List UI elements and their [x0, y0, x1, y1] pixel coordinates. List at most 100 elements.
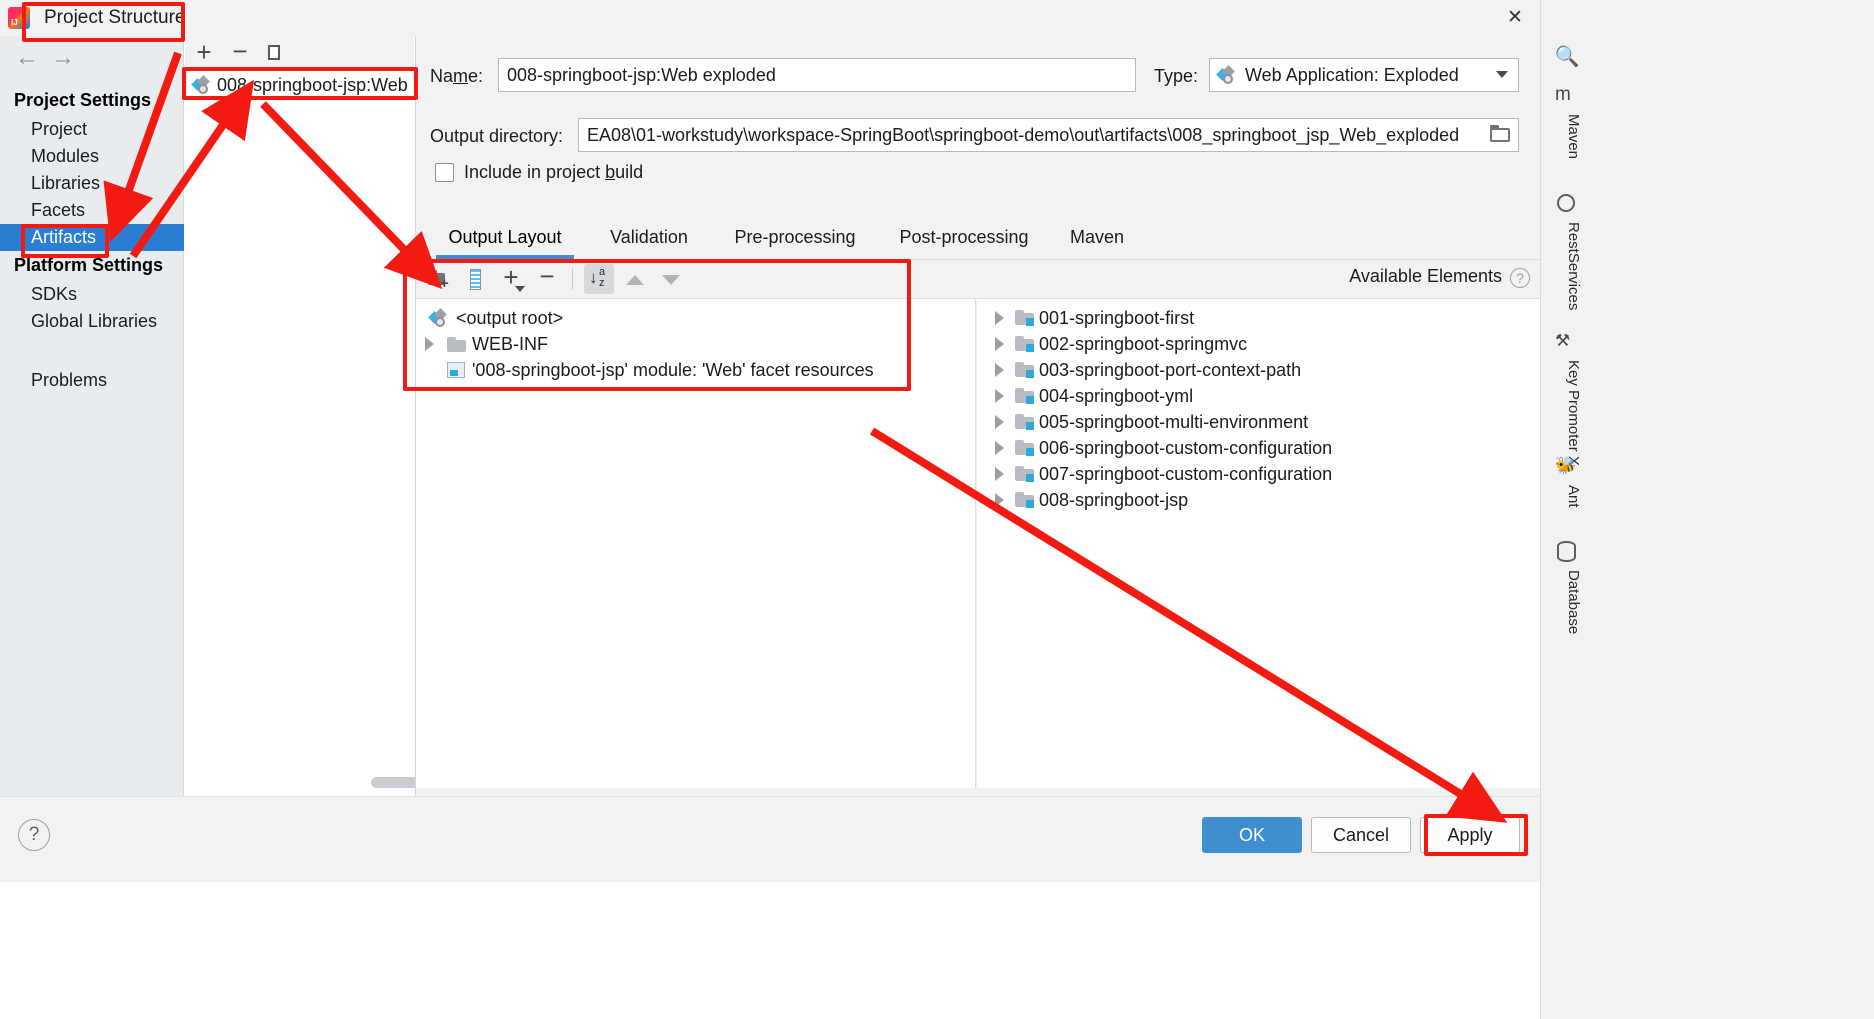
chevron-right-icon[interactable] — [425, 337, 434, 351]
artifact-name-input[interactable]: 008-springboot-jsp:Web exploded — [498, 58, 1136, 92]
sidebar-item-modules[interactable]: Modules — [0, 143, 184, 170]
available-element-row[interactable]: 001-springboot-first — [977, 305, 1541, 331]
search-icon[interactable]: 🔍 — [1554, 44, 1580, 70]
include-in-project-build-label: Include in project build — [464, 162, 644, 182]
sidebar-nav: ← → — [10, 44, 110, 74]
help-button[interactable]: ? — [18, 819, 50, 851]
artifact-list-panel: + − 008-springboot-jsp:Web — [185, 36, 541, 796]
sidebar-item-problems[interactable]: Problems — [0, 367, 184, 394]
chevron-right-icon[interactable] — [995, 441, 1004, 455]
tool-window-rest-services[interactable]: RestServices — [1552, 222, 1582, 310]
chevron-right-icon[interactable] — [995, 311, 1004, 325]
ant-icon[interactable]: 🐝 — [1555, 455, 1579, 479]
create-archive-icon[interactable] — [460, 264, 490, 294]
copy-icon — [268, 43, 289, 62]
copy-artifact-button[interactable] — [262, 39, 290, 67]
resource-icon — [447, 362, 465, 378]
name-label: Name: — [430, 66, 484, 86]
module-folder-icon — [1015, 440, 1034, 456]
nav-back-icon[interactable]: ← — [10, 44, 44, 74]
artifact-icon — [191, 75, 210, 94]
tool-window-ant[interactable]: Ant — [1552, 485, 1582, 508]
chevron-right-icon[interactable] — [995, 493, 1004, 507]
folder-icon — [447, 337, 466, 352]
available-element-row[interactable]: 008-springboot-jsp — [977, 487, 1541, 513]
tree-row-web-inf[interactable]: WEB-INF — [416, 331, 975, 357]
chevron-right-icon[interactable] — [995, 415, 1004, 429]
settings-sidebar: ← → Project Settings Project Modules Lib… — [0, 36, 184, 796]
chevron-down-icon — [1496, 71, 1508, 78]
sidebar-item-facets[interactable]: Facets — [0, 197, 184, 224]
chevron-right-icon[interactable] — [995, 363, 1004, 377]
available-element-row[interactable]: 003-springboot-port-context-path — [977, 357, 1541, 383]
sidebar-item-libraries[interactable]: Libraries — [0, 170, 184, 197]
cancel-button[interactable]: Cancel — [1311, 817, 1411, 853]
available-elements-header: Available Elements ? — [977, 260, 1541, 298]
help-icon[interactable]: ? — [1510, 268, 1530, 288]
available-elements-tree: 001-springboot-first 002-springboot-spri… — [977, 298, 1541, 788]
ok-button[interactable]: OK — [1202, 817, 1302, 853]
tree-row-label: <output root> — [456, 308, 564, 328]
output-directory-input[interactable]: EA08\01-workstudy\workspace-SpringBoot\s… — [578, 118, 1519, 152]
tool-window-key-promoter-x[interactable]: Key Promoter X — [1552, 360, 1582, 466]
create-directory-icon[interactable]: + — [424, 264, 454, 294]
web-application-icon — [1216, 65, 1235, 84]
artifact-list-item[interactable]: 008-springboot-jsp:Web — [191, 72, 411, 98]
database-icon[interactable] — [1555, 540, 1579, 564]
intellij-idea-icon: IJ — [8, 7, 30, 29]
available-element-label: 004-springboot-yml — [1039, 386, 1194, 406]
sidebar-item-project[interactable]: Project — [0, 116, 184, 143]
available-elements-title: Available Elements — [1349, 266, 1502, 286]
move-down-icon[interactable] — [656, 264, 686, 294]
module-folder-icon — [1015, 414, 1034, 430]
key-promoter-icon[interactable]: ⚒ — [1555, 330, 1579, 354]
remove-icon[interactable]: − — [532, 263, 562, 294]
available-element-label: 005-springboot-multi-environment — [1039, 412, 1309, 432]
artifact-type-select[interactable]: Web Application: Exploded — [1209, 58, 1519, 92]
chevron-right-icon[interactable] — [995, 389, 1004, 403]
chevron-right-icon[interactable] — [995, 337, 1004, 351]
available-element-label: 003-springboot-port-context-path — [1039, 360, 1302, 380]
tab-maven[interactable]: Maven — [1052, 220, 1142, 259]
available-element-row[interactable]: 002-springboot-springmvc — [977, 331, 1541, 357]
maven-icon[interactable]: m — [1555, 84, 1579, 108]
nav-forward-icon[interactable]: → — [46, 44, 80, 74]
available-element-row[interactable]: 007-springboot-custom-configuration — [977, 461, 1541, 487]
module-folder-icon — [1015, 492, 1034, 508]
apply-button[interactable]: Apply — [1420, 817, 1520, 853]
available-element-row[interactable]: 006-springboot-custom-configuration — [977, 435, 1541, 461]
group-platform-settings: Platform Settings — [14, 255, 164, 275]
remove-artifact-button[interactable]: − — [226, 38, 254, 67]
chevron-right-icon[interactable] — [995, 467, 1004, 481]
page-title: Project Structure — [44, 7, 186, 28]
move-up-icon[interactable] — [620, 264, 650, 294]
tab-validation[interactable]: Validation — [588, 220, 710, 259]
group-project-settings: Project Settings — [14, 90, 152, 110]
artifact-icon — [428, 308, 447, 327]
module-folder-icon — [1015, 388, 1034, 404]
sort-alphabetically-icon[interactable]: ↓ a z — [584, 264, 614, 294]
tree-row-output-root[interactable]: <output root> — [416, 305, 975, 331]
available-element-row[interactable]: 005-springboot-multi-environment — [977, 409, 1541, 435]
add-copy-icon[interactable]: + — [496, 264, 526, 294]
tab-output-layout[interactable]: Output Layout — [426, 220, 584, 259]
sidebar-item-artifacts[interactable]: Artifacts — [0, 224, 184, 251]
add-artifact-button[interactable]: + — [190, 39, 218, 67]
tree-row-label: '008-springboot-jsp' module: 'Web' facet… — [472, 360, 874, 380]
sidebar-item-global-libraries[interactable]: Global Libraries — [0, 308, 184, 335]
include-in-project-build-checkbox[interactable] — [435, 163, 454, 182]
tab-post-processing[interactable]: Post-processing — [880, 220, 1048, 259]
tool-window-maven[interactable]: Maven — [1552, 114, 1582, 159]
tree-row-facet-resources[interactable]: '008-springboot-jsp' module: 'Web' facet… — [416, 357, 975, 383]
tool-window-database[interactable]: Database — [1552, 570, 1582, 634]
artifact-item-label: 008-springboot-jsp:Web — [217, 75, 408, 95]
available-element-label: 001-springboot-first — [1039, 308, 1195, 328]
available-element-row[interactable]: 004-springboot-yml — [977, 383, 1541, 409]
available-element-label: 008-springboot-jsp — [1039, 490, 1189, 510]
sidebar-item-sdks[interactable]: SDKs — [0, 281, 184, 308]
rest-services-icon[interactable] — [1555, 192, 1579, 216]
tab-pre-processing[interactable]: Pre-processing — [714, 220, 876, 259]
dialog-close-icon[interactable]: ✕ — [1498, 3, 1532, 33]
output-layout-toolbar: + + − ↓ a z — [416, 260, 976, 298]
browse-folder-icon[interactable] — [1490, 125, 1512, 144]
